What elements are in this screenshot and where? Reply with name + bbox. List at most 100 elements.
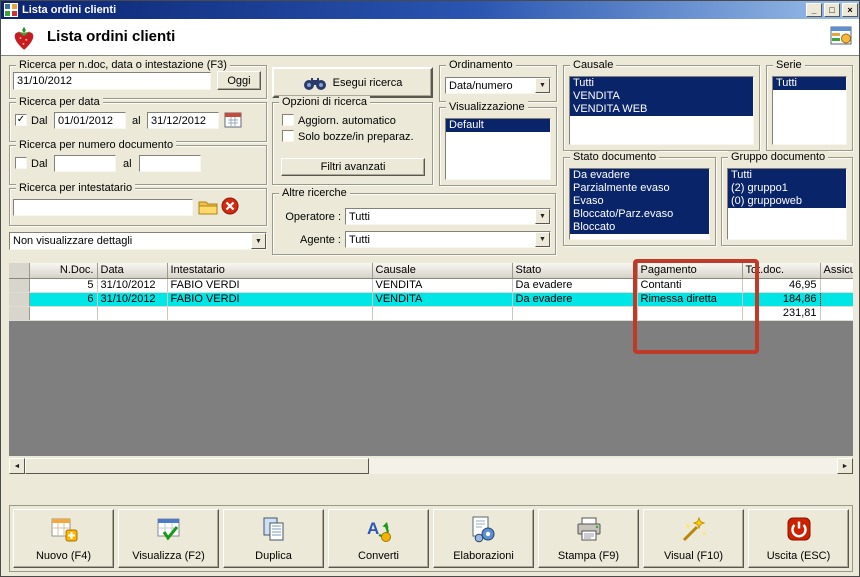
col-assicura[interactable]: Assicura xyxy=(820,263,853,279)
list-item[interactable]: Tutti xyxy=(773,77,846,90)
cell-totdoc[interactable]: 46,95 xyxy=(742,278,821,293)
col-totdoc[interactable]: Tot.doc. xyxy=(742,263,821,279)
oggi-button[interactable]: Oggi xyxy=(217,71,261,90)
altre-ricerche-label: Altre ricerche xyxy=(279,187,350,199)
date-to-input[interactable] xyxy=(147,112,219,129)
col-causale[interactable]: Causale xyxy=(372,263,513,279)
filtri-avanzati-button[interactable]: Filtri avanzati xyxy=(281,158,425,176)
table-row-selected[interactable]: 6 31/10/2012 FABIO VERDI VENDITA Da evad… xyxy=(9,291,853,307)
row-selector-header[interactable] xyxy=(9,263,30,279)
cell-assicura[interactable] xyxy=(820,292,853,307)
gruppo-label: Gruppo documento xyxy=(728,151,829,163)
col-data[interactable]: Data xyxy=(97,263,168,279)
row-selector[interactable] xyxy=(9,292,30,307)
ordinamento-select[interactable]: Data/numero ▼ xyxy=(445,77,551,94)
duplica-button[interactable]: Duplica xyxy=(223,509,324,568)
scroll-left-icon[interactable]: ◄ xyxy=(9,458,25,474)
search-input[interactable] xyxy=(13,72,211,90)
folder-icon[interactable] xyxy=(198,198,218,216)
search-group-label: Ricerca per n.doc, data o intestazione (… xyxy=(16,59,230,71)
numdoc-from-input[interactable] xyxy=(54,155,116,172)
cell-data[interactable]: 31/10/2012 xyxy=(97,292,168,307)
list-item[interactable]: Tutti xyxy=(728,169,846,182)
dettagli-select[interactable]: Non visualizzare dettagli ▼ xyxy=(9,232,267,250)
cell-pagamento[interactable]: Rimessa diretta xyxy=(637,292,743,307)
strawberry-icon xyxy=(9,24,39,52)
chevron-down-icon[interactable]: ▼ xyxy=(535,78,550,93)
causale-listbox[interactable]: Tutti VENDITA VENDITA WEB xyxy=(569,76,754,145)
stato-listbox[interactable]: Da evadere Parzialmente evaso Evaso Bloc… xyxy=(569,168,710,240)
list-item[interactable]: Bloccato xyxy=(570,221,709,234)
cell-pagamento[interactable]: Contanti xyxy=(637,278,743,293)
cell-stato[interactable]: Da evadere xyxy=(512,278,638,293)
clear-icon[interactable] xyxy=(221,197,239,215)
ordinamento-value: Data/numero xyxy=(449,79,513,92)
list-item[interactable]: Bloccato/Parz.evaso xyxy=(570,208,709,221)
visualizza-button[interactable]: Visualizza (F2) xyxy=(118,509,219,568)
list-item[interactable]: Evaso xyxy=(570,195,709,208)
list-item[interactable]: Default xyxy=(446,119,550,132)
visual-button[interactable]: Visual (F10) xyxy=(643,509,744,568)
aggiorn-checkbox[interactable] xyxy=(282,114,294,126)
cell-causale[interactable]: VENDITA xyxy=(372,292,513,307)
cell-totdoc[interactable]: 184,86 xyxy=(741,291,821,307)
col-pagamento[interactable]: Pagamento xyxy=(637,263,743,279)
numdoc-dal-checkbox[interactable] xyxy=(15,157,27,169)
calendar-icon[interactable] xyxy=(224,111,242,129)
table-row[interactable]: 5 31/10/2012 FABIO VERDI VENDITA Da evad… xyxy=(9,278,853,293)
intestatario-input[interactable] xyxy=(13,199,193,216)
list-item[interactable]: VENDITA xyxy=(570,90,753,103)
chevron-down-icon[interactable]: ▼ xyxy=(535,209,550,224)
cell-intestatario[interactable]: FABIO VERDI xyxy=(167,292,373,307)
scroll-right-icon[interactable]: ► xyxy=(837,458,853,474)
bozze-checkbox[interactable] xyxy=(282,130,294,142)
list-item[interactable]: VENDITA WEB xyxy=(570,103,753,116)
close-button[interactable]: × xyxy=(842,3,858,17)
list-item[interactable]: Da evadere xyxy=(570,169,709,182)
row-selector[interactable] xyxy=(9,278,30,293)
opzioni-group-label: Opzioni di ricerca xyxy=(279,96,370,108)
list-item[interactable]: (2) gruppo1 xyxy=(728,182,846,195)
cell-causale[interactable]: VENDITA xyxy=(372,278,513,293)
minimize-button[interactable]: _ xyxy=(806,3,822,17)
cell-data[interactable]: 31/10/2012 xyxy=(97,278,168,293)
elaborazioni-button[interactable]: Elaborazioni xyxy=(433,509,534,568)
converti-button[interactable]: A Converti xyxy=(328,509,429,568)
chevron-down-icon[interactable]: ▼ xyxy=(251,233,266,249)
titlebar[interactable]: Lista ordini clienti _ □ × xyxy=(1,1,859,19)
report-icon[interactable] xyxy=(829,24,853,48)
list-item[interactable]: Tutti xyxy=(570,77,753,90)
chevron-down-icon[interactable]: ▼ xyxy=(535,232,550,247)
esegui-ricerca-button[interactable]: Esegui ricerca xyxy=(272,67,433,98)
operatore-select[interactable]: Tutti ▼ xyxy=(345,208,551,225)
date-from-input[interactable] xyxy=(54,112,126,129)
serie-listbox[interactable]: Tutti xyxy=(772,76,847,145)
row-selector xyxy=(9,306,30,321)
agente-value: Tutti xyxy=(349,233,370,246)
date-dal-checkbox[interactable]: ✓ xyxy=(15,114,27,126)
cell-ndoc[interactable]: 6 xyxy=(29,292,98,307)
serie-label: Serie xyxy=(773,59,805,71)
cell-intestatario[interactable]: FABIO VERDI xyxy=(167,278,373,293)
nuovo-button[interactable]: Nuovo (F4) xyxy=(13,509,114,568)
stampa-button[interactable]: Stampa (F9) xyxy=(538,509,639,568)
visualizzazione-label: Visualizzazione xyxy=(446,101,528,113)
list-item[interactable]: Parzialmente evaso xyxy=(570,182,709,195)
cell-assicura[interactable] xyxy=(820,278,853,293)
col-ndoc[interactable]: N.Doc. xyxy=(29,263,98,279)
col-stato[interactable]: Stato xyxy=(512,263,638,279)
visualizzazione-listbox[interactable]: Default xyxy=(445,118,551,180)
gruppo-listbox[interactable]: Tutti (2) gruppo1 (0) gruppoweb xyxy=(727,168,847,240)
agente-select[interactable]: Tutti ▼ xyxy=(345,231,551,248)
cell-ndoc[interactable]: 5 xyxy=(29,278,98,293)
stato-label: Stato documento xyxy=(570,151,660,163)
scrollbar-thumb[interactable] xyxy=(25,458,369,474)
cell-stato[interactable]: Da evadere xyxy=(512,292,638,307)
maximize-button[interactable]: □ xyxy=(824,3,840,17)
list-item[interactable]: (0) gruppoweb xyxy=(728,195,846,208)
uscita-button[interactable]: Uscita (ESC) xyxy=(748,509,849,568)
table-header-row: N.Doc. Data Intestatario Causale Stato P… xyxy=(9,263,853,279)
horizontal-scrollbar[interactable]: ◄ ► xyxy=(9,458,853,474)
col-intestatario[interactable]: Intestatario xyxy=(167,263,373,279)
numdoc-to-input[interactable] xyxy=(139,155,201,172)
